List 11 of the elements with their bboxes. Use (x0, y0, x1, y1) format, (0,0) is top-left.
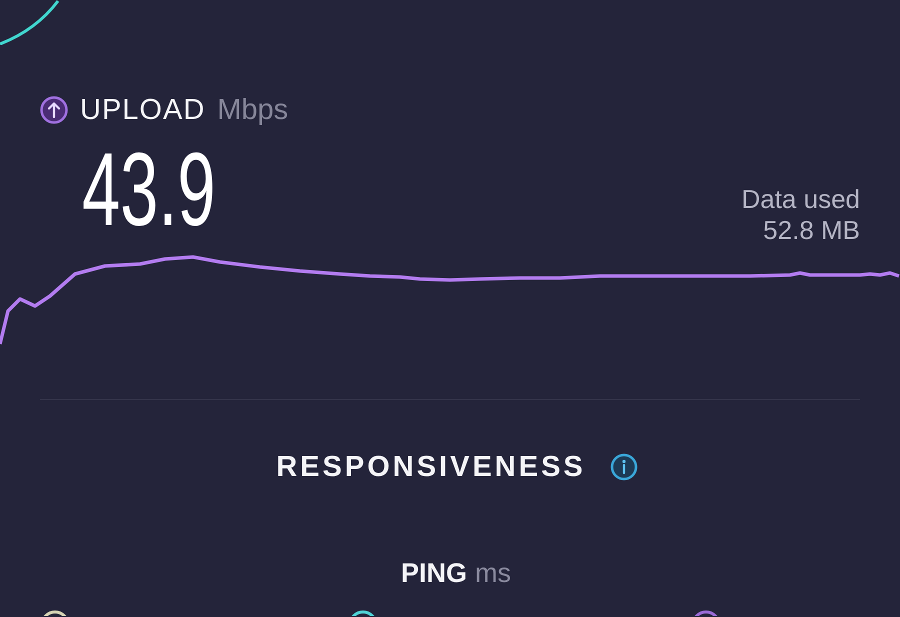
upload-label: UPLOAD (80, 96, 206, 124)
upload-speed-value: 43.9 (82, 138, 216, 242)
unit-label: ms (475, 560, 511, 586)
graph-line (0, 0, 60, 45)
info-icon[interactable] (610, 453, 638, 481)
unit-label: Mbps (217, 96, 288, 124)
upload-icon (40, 96, 68, 124)
data-used-label: Data used (741, 184, 860, 216)
data-used-value: 52.8 MB (762, 215, 860, 246)
section-title: RESPONSIVENESS (276, 452, 586, 482)
ping-label: PING (400, 560, 467, 586)
